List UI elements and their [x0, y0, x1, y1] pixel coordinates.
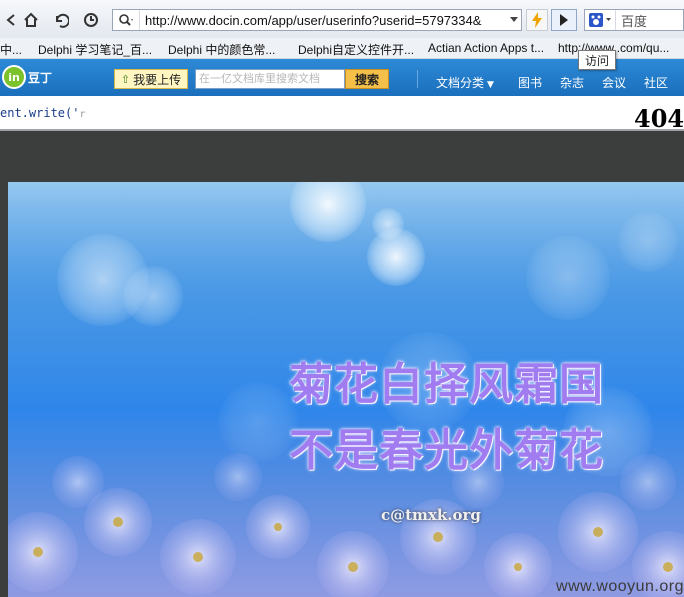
- site-search-button[interactable]: 搜索: [345, 69, 389, 89]
- history-icon[interactable]: [80, 9, 102, 31]
- bookmark-item[interactable]: 中...: [0, 41, 22, 58]
- go-tooltip: 访问: [578, 50, 616, 70]
- nav-magazines[interactable]: 杂志: [560, 74, 584, 91]
- upload-button[interactable]: ⇧ 我要上传: [114, 69, 188, 89]
- caret-down-icon: ▼: [487, 80, 494, 90]
- bookmark-item[interactable]: Delphi自定义控件开...: [298, 41, 414, 58]
- nav-label: 文档分类: [436, 76, 485, 90]
- search-placeholder: 百度: [621, 14, 648, 30]
- nav-divider: [417, 70, 418, 88]
- slide-image: 菊花白择风霜国 不是春光外菊花 c@tmxk.org: [8, 182, 684, 597]
- script-output-line: ent.write('r 404: [0, 96, 684, 133]
- nav-community[interactable]: 社区: [644, 74, 668, 91]
- address-url[interactable]: http://www.docin.com/app/user/userinfo?u…: [140, 13, 507, 28]
- bookmark-item[interactable]: Delphi 中的颜色常...: [168, 41, 275, 58]
- bookmark-item[interactable]: Actian Action Apps t...: [428, 41, 544, 55]
- logo-icon: in: [2, 65, 26, 89]
- document-viewer: 菊花白择风霜国 不是春光外菊花 c@tmxk.org: [0, 131, 684, 597]
- search-engine-box[interactable]: 百度: [584, 9, 684, 31]
- logo-text: 豆丁: [28, 70, 53, 85]
- upload-label: 我要上传: [133, 72, 182, 87]
- undo-icon[interactable]: [50, 9, 72, 31]
- site-search-input[interactable]: 在一亿文档库里搜索文档: [195, 69, 345, 89]
- baidu-paw-icon[interactable]: [585, 10, 616, 30]
- slide-signature: c@tmxk.org: [381, 506, 481, 524]
- go-button[interactable]: [551, 9, 577, 31]
- upload-arrow-icon: ⇧: [120, 72, 131, 86]
- address-bar[interactable]: http://www.docin.com/app/user/userinfo?u…: [112, 9, 522, 31]
- home-icon[interactable]: [20, 9, 42, 31]
- search-icon: [113, 10, 140, 30]
- nav-doc-categories[interactable]: 文档分类 ▼: [436, 74, 494, 91]
- code-text: ent.write(': [0, 106, 80, 120]
- browser-toolbar: http://www.docin.com/app/user/userinfo?u…: [0, 0, 684, 38]
- script-text: ent.write('r: [0, 106, 86, 120]
- watermark-text: www.wooyun.org: [556, 578, 684, 595]
- site-logo[interactable]: in 豆丁: [0, 65, 52, 89]
- nav-books[interactable]: 图书: [518, 74, 542, 91]
- slide-title-line-1: 菊花白择风霜国: [289, 359, 604, 410]
- error-code: 404: [634, 104, 684, 133]
- nav-conferences[interactable]: 会议: [602, 74, 626, 91]
- chevron-down-icon[interactable]: [507, 17, 521, 23]
- lightning-icon[interactable]: [526, 9, 548, 31]
- code-tail: r: [79, 109, 86, 120]
- back-icon[interactable]: [0, 9, 22, 31]
- bookmark-item[interactable]: Delphi 学习笔记_百...: [38, 41, 152, 58]
- slide-title-line-2: 不是春光外菊花: [289, 425, 604, 476]
